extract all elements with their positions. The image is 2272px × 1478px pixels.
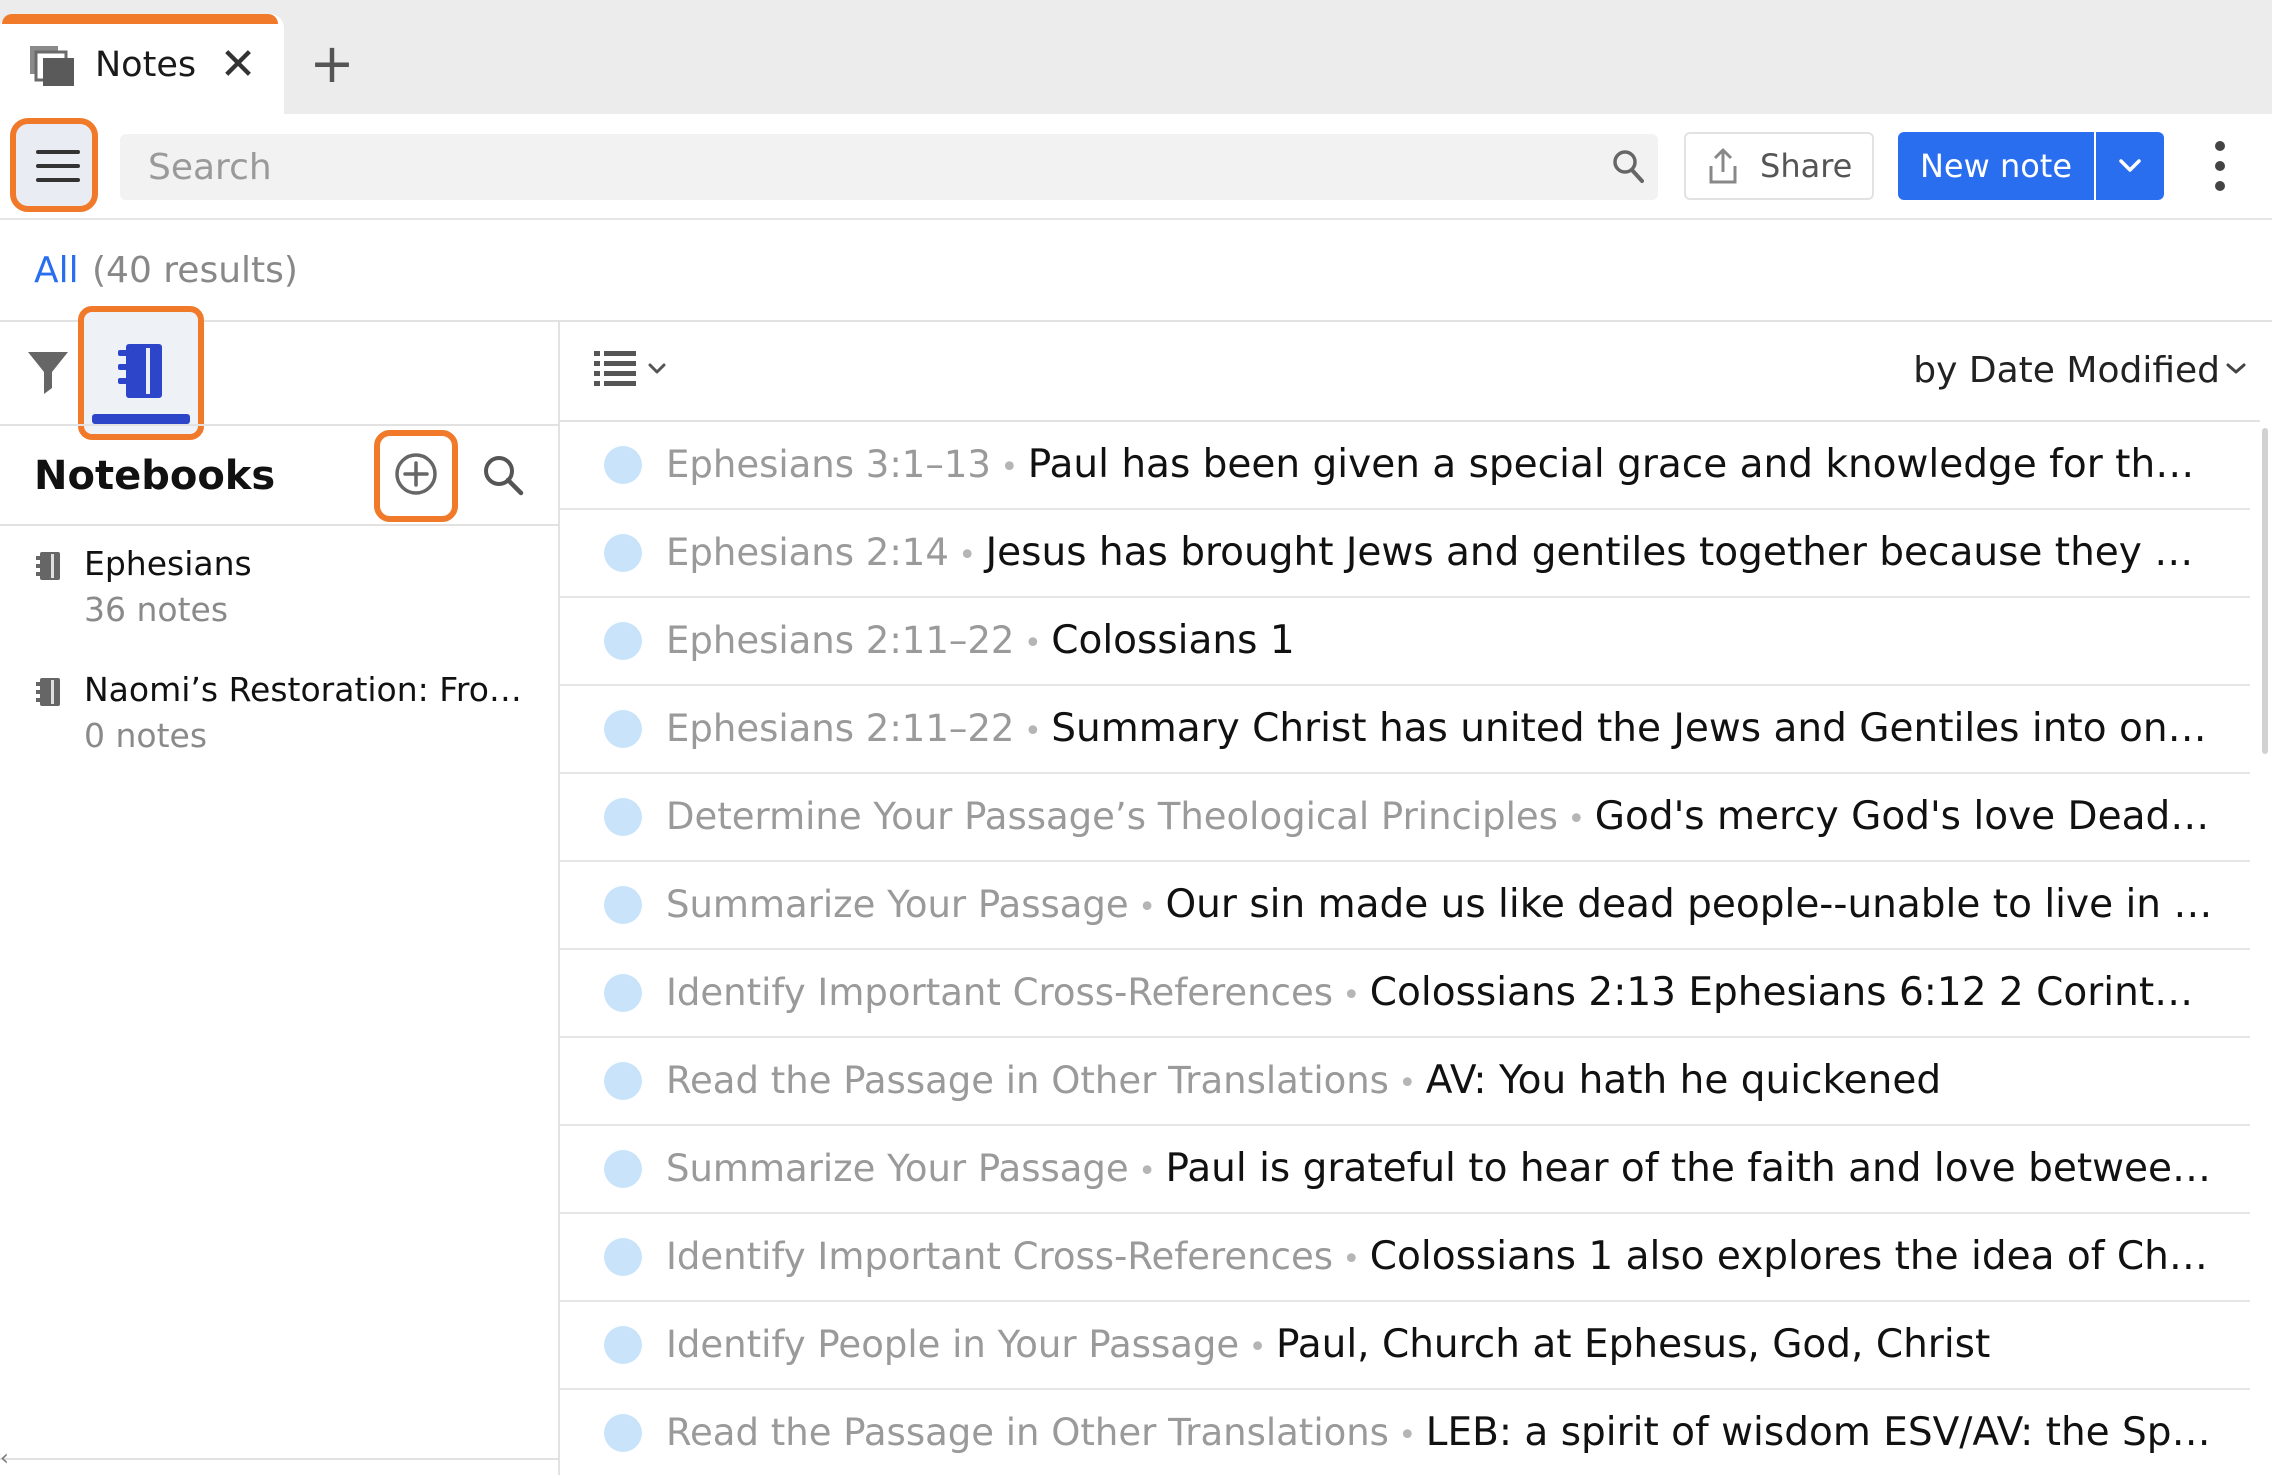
note-preview: Jesus has brought Jews and gentiles toge… <box>985 530 2214 575</box>
note-preview: Paul, Church at Ephesus, God, Christ <box>1275 1322 1991 1367</box>
note-status-dot <box>604 446 642 484</box>
note-row-text: Identify People in Your Passage • Paul, … <box>666 1318 2214 1375</box>
note-title: Read the Passage in Other Translations <box>666 1059 1389 1102</box>
scrollbar[interactable] <box>2262 428 2268 754</box>
note-row-text: Identify Important Cross-References • Co… <box>666 966 2214 1023</box>
note-title: Read the Passage in Other Translations <box>666 1411 1389 1454</box>
separator: • <box>1128 890 1166 925</box>
separator: • <box>1239 1330 1276 1365</box>
notebook-item[interactable]: Ephesians 36 notes <box>0 538 556 662</box>
sort-dropdown[interactable]: by Date Modified <box>1900 346 2220 396</box>
notebook-icon <box>118 344 162 398</box>
notebook-name: Ephesians <box>84 544 252 583</box>
chevron-down-icon <box>2119 159 2141 172</box>
notebook-count: 0 notes <box>84 716 208 755</box>
note-title: Identify People in Your Passage <box>666 1323 1240 1366</box>
close-icon[interactable]: ✕ <box>216 40 260 90</box>
search-icon[interactable] <box>482 454 524 496</box>
note-status-dot <box>604 1150 642 1188</box>
plus-circle-icon <box>395 453 437 495</box>
collapse-sidebar-icon[interactable]: ‹ <box>0 1446 9 1471</box>
note-row-text: Summarize Your Passage • Paul is gratefu… <box>666 1142 2214 1199</box>
separator: • <box>1388 1066 1426 1101</box>
separator: • <box>948 538 986 573</box>
new-note-label: New note <box>1919 147 2073 185</box>
search-input[interactable] <box>148 134 1548 200</box>
notebook-count: 36 notes <box>84 590 229 629</box>
search-icon[interactable] <box>1612 148 1644 184</box>
separator: • <box>1014 626 1052 661</box>
note-row-text: Ephesians 3:1–13 • Paul has been given a… <box>666 438 2214 495</box>
divider <box>0 424 558 426</box>
active-tab-indicator <box>92 414 190 424</box>
note-status-dot <box>604 886 642 924</box>
note-title: Summarize Your Passage <box>666 1147 1129 1190</box>
separator: • <box>990 450 1028 485</box>
notebooks-title: Notebooks <box>34 453 276 499</box>
note-status-dot <box>604 622 642 660</box>
note-row-text: Ephesians 2:14 • Jesus has brought Jews … <box>666 526 2214 583</box>
note-preview: LEB: a spirit of wisdom ESV/AV: the Spir… <box>1425 1410 2214 1455</box>
note-status-dot <box>604 974 642 1012</box>
note-row-text: Ephesians 2:11–22 • Summary Christ has u… <box>666 702 2214 759</box>
note-status-dot <box>604 1238 642 1276</box>
note-status-dot <box>604 1062 642 1100</box>
note-preview: AV: You hath he quickened <box>1425 1058 1942 1103</box>
note-row-text: Identify Important Cross-References • Co… <box>666 1230 2214 1287</box>
note-row-text: Determine Your Passage’s Theological Pri… <box>666 790 2214 847</box>
note-status-dot <box>604 798 642 836</box>
separator: • <box>1128 1154 1166 1189</box>
note-title: Ephesians 2:14 <box>666 531 949 574</box>
divider <box>0 524 558 526</box>
divider <box>0 1458 558 1460</box>
note-status-dot <box>604 710 642 748</box>
note-status-dot <box>604 534 642 572</box>
share-label: Share <box>1760 147 1853 185</box>
note-preview: Paul has been given a special grace and … <box>1027 442 2214 487</box>
note-title: Identify Important Cross-References <box>666 971 1333 1014</box>
note-title: Ephesians 2:11–22 <box>666 619 1015 662</box>
note-title: Ephesians 3:1–13 <box>666 443 991 486</box>
note-title: Ephesians 2:11–22 <box>666 707 1015 750</box>
chevron-down-icon[interactable] <box>648 362 666 376</box>
separator: • <box>1557 802 1595 837</box>
note-status-dot <box>604 1414 642 1452</box>
note-preview: Colossians 1 <box>1051 618 1295 663</box>
note-status-dot <box>604 1326 642 1364</box>
note-title: Determine Your Passage’s Theological Pri… <box>666 795 1558 838</box>
separator: • <box>1333 1242 1370 1277</box>
note-row-text: Ephesians 2:11–22 • Colossians 1 <box>666 614 2214 671</box>
notebook-icon <box>36 552 60 580</box>
tab-title: Notes <box>95 45 197 85</box>
divider <box>0 320 2272 322</box>
note-row-text: Read the Passage in Other Translations •… <box>666 1054 2214 1111</box>
separator: • <box>1333 978 1370 1013</box>
more-options-icon[interactable] <box>2210 140 2230 192</box>
note-preview: Colossians 2:13 Ephesians 6:12 2 Corinth… <box>1369 970 2214 1015</box>
note-preview: God's mercy God's love Dead in sin <box>1594 794 2214 839</box>
result-count: (40 results) <box>92 250 298 291</box>
chevron-down-icon[interactable] <box>2226 362 2246 376</box>
filter-all-link[interactable]: All <box>34 246 79 296</box>
notebook-icon <box>36 678 60 706</box>
note-row-text: Read the Passage in Other Translations •… <box>666 1406 2214 1463</box>
notebook-item[interactable]: Naomi’s Restoration: From Bitterness to … <box>0 664 556 788</box>
note-title: Identify Important Cross-References <box>666 1235 1333 1278</box>
list-view-icon[interactable] <box>594 348 636 390</box>
add-tab-button[interactable]: + <box>306 37 358 91</box>
hamburger-menu-icon <box>36 150 80 182</box>
tab-highlight <box>2 14 278 24</box>
separator: • <box>1388 1418 1426 1453</box>
note-preview: Colossians 1 also explores the idea of C… <box>1369 1234 2214 1279</box>
note-title: Summarize Your Passage <box>666 883 1129 926</box>
share-icon <box>1709 148 1737 184</box>
note-row-text: Summarize Your Passage • Our sin made us… <box>666 878 2214 935</box>
separator: • <box>1014 714 1052 749</box>
filter-icon[interactable] <box>26 348 70 394</box>
note-preview: Summary Christ has united the Jews and G… <box>1051 706 2214 751</box>
note-preview: Paul is grateful to hear of the faith an… <box>1165 1146 2214 1191</box>
note-preview: Our sin made us like dead people--unable… <box>1165 882 2214 927</box>
notes-stack-icon <box>30 46 74 86</box>
notebook-name: Naomi’s Restoration: From Bitterness to … <box>84 670 550 709</box>
